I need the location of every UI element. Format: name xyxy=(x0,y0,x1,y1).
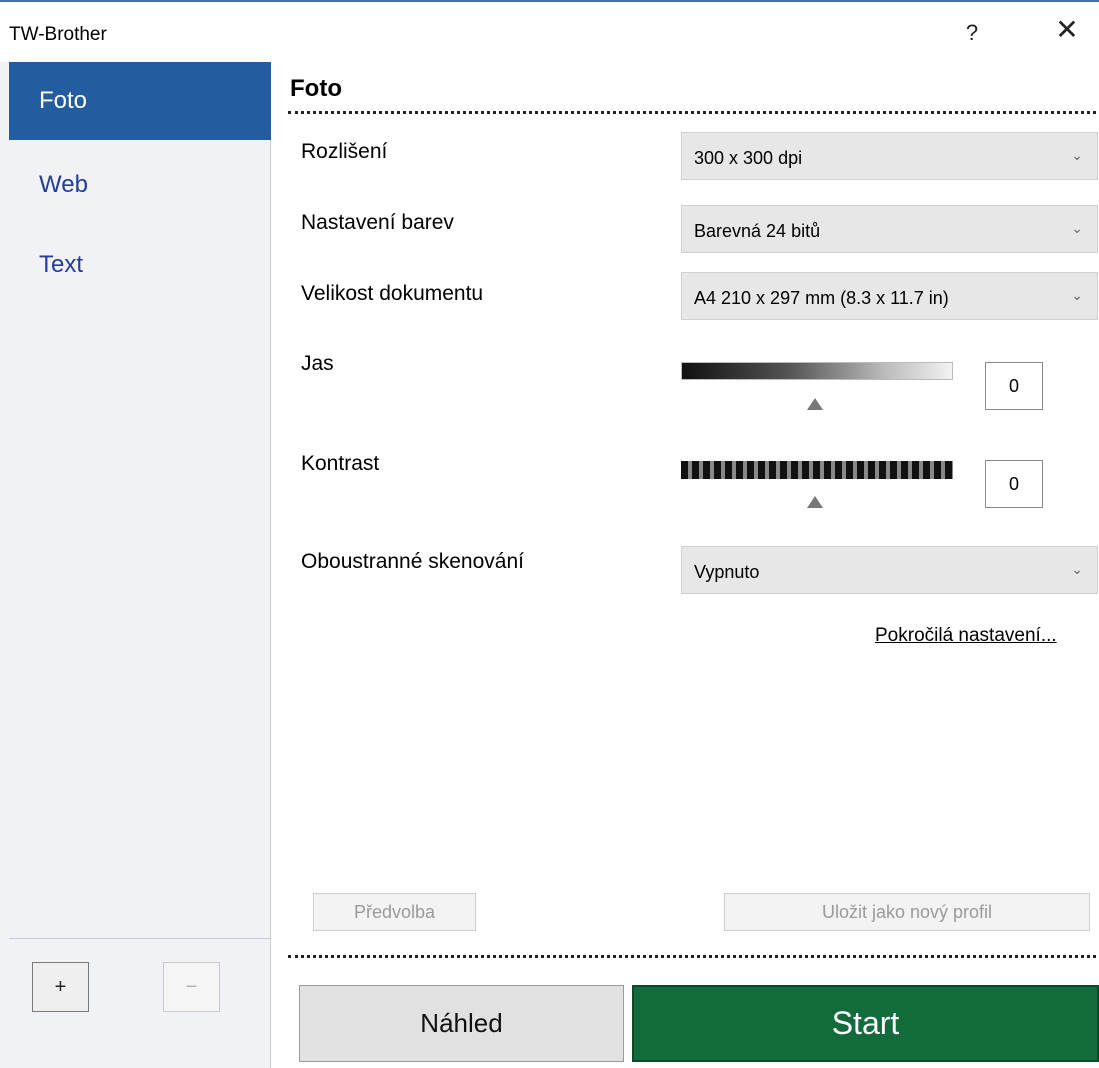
resolution-label: Rozlišení xyxy=(301,140,388,163)
bottom-divider xyxy=(288,955,1096,958)
preview-button[interactable]: Náhled xyxy=(299,985,624,1062)
brightness-slider[interactable] xyxy=(681,362,953,380)
brightness-label: Jas xyxy=(301,352,334,375)
sidebar-item-label: Web xyxy=(39,171,88,198)
help-icon[interactable]: ? xyxy=(960,20,984,46)
duplex-select[interactable]: Vypnuto ⌄ xyxy=(681,546,1098,594)
chevron-down-icon: ⌄ xyxy=(1071,147,1083,163)
resolution-select[interactable]: 300 x 300 dpi ⌄ xyxy=(681,132,1098,180)
title-divider xyxy=(288,111,1096,114)
document-size-label: Velikost dokumentu xyxy=(301,282,484,305)
sidebar: Foto Web Text + − xyxy=(0,62,271,1068)
document-size-value: A4 210 x 297 mm (8.3 x 11.7 in) xyxy=(694,288,949,308)
chevron-down-icon: ⌄ xyxy=(1071,220,1083,236)
sidebar-item-label: Text xyxy=(39,251,84,278)
window-title: TW-Brother xyxy=(9,24,107,45)
advanced-settings-link[interactable]: Pokročilá nastavení... xyxy=(875,625,1057,647)
chevron-down-icon: ⌄ xyxy=(1071,561,1083,577)
contrast-slider[interactable] xyxy=(681,461,953,479)
add-profile-button[interactable]: + xyxy=(32,962,89,1012)
sidebar-item-foto[interactable]: Foto xyxy=(9,62,271,140)
save-profile-button[interactable]: Uložit jako nový profil xyxy=(724,893,1090,931)
sidebar-divider xyxy=(9,938,271,939)
preset-button[interactable]: Předvolba xyxy=(313,893,476,931)
sidebar-item-label: Foto xyxy=(39,87,88,114)
contrast-label: Kontrast xyxy=(301,452,380,475)
color-value: Barevná 24 bitů xyxy=(694,221,821,241)
resolution-value: 300 x 300 dpi xyxy=(694,148,803,168)
duplex-value: Vypnuto xyxy=(694,562,760,582)
document-size-select[interactable]: A4 210 x 297 mm (8.3 x 11.7 in) ⌄ xyxy=(681,272,1098,320)
duplex-label: Oboustranné skenování xyxy=(301,550,524,573)
brightness-slider-thumb[interactable] xyxy=(807,398,823,410)
start-button[interactable]: Start xyxy=(632,985,1099,1062)
sidebar-item-web[interactable]: Web xyxy=(9,146,271,224)
color-label: Nastavení barev xyxy=(301,211,454,234)
sidebar-item-text[interactable]: Text xyxy=(9,226,271,304)
contrast-slider-thumb[interactable] xyxy=(807,496,823,508)
chevron-down-icon: ⌄ xyxy=(1071,287,1083,303)
title-bar: TW-Brother ? ✕ xyxy=(0,0,1099,62)
remove-profile-button[interactable]: − xyxy=(163,962,220,1012)
section-title: Foto xyxy=(290,75,342,102)
close-icon[interactable]: ✕ xyxy=(1052,16,1082,44)
contrast-input[interactable]: 0 xyxy=(985,460,1043,508)
brightness-input[interactable]: 0 xyxy=(985,362,1043,410)
color-select[interactable]: Barevná 24 bitů ⌄ xyxy=(681,205,1098,253)
